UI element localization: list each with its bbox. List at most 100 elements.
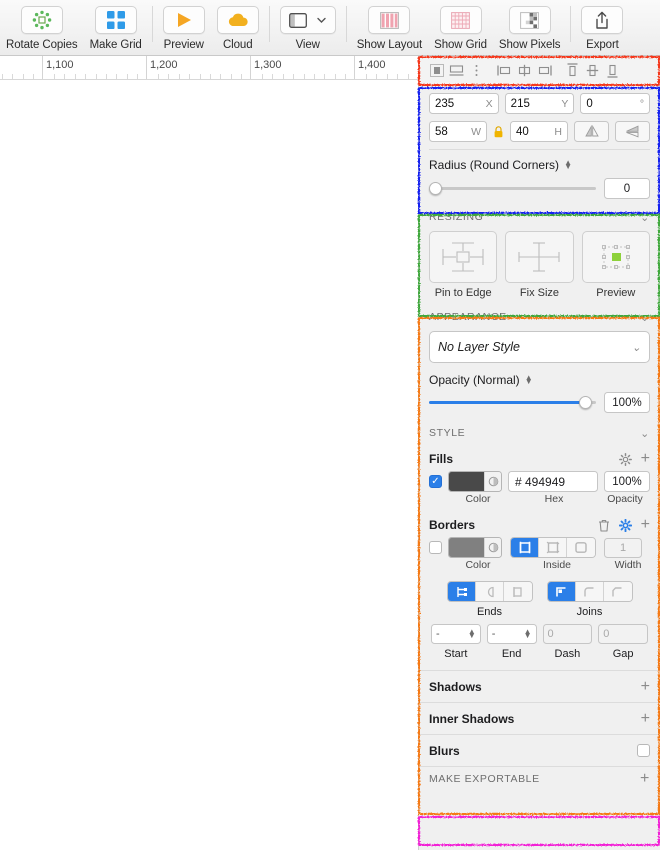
resize-option-pin-to-edge[interactable]: Pin to Edge [429, 231, 498, 299]
trash-icon-borders[interactable] [598, 519, 610, 532]
toolbar-button-cloud[interactable]: Cloud [211, 6, 265, 51]
horizontal-ruler[interactable]: 1,100 1,200 1,300 1,400 [0, 56, 418, 80]
border-position-center-button[interactable] [539, 538, 567, 557]
joins-miter-button[interactable] [547, 582, 576, 601]
fill-opacity-value: 100% [612, 475, 642, 488]
make-grid-button-surface[interactable] [94, 6, 137, 34]
border-enabled-checkbox[interactable] [429, 541, 442, 554]
add-inner-shadow-button[interactable]: + [641, 710, 650, 727]
show-pixels-button-surface[interactable] [508, 6, 551, 34]
chevron-down-icon-resizing[interactable]: ⌄ [640, 211, 650, 224]
export-button-surface[interactable] [581, 6, 624, 34]
dash-start-stepper[interactable]: ▲ ▼ [468, 628, 476, 640]
x-input[interactable]: 235 X [429, 93, 499, 114]
ends-square-button[interactable] [503, 582, 532, 601]
fill-enabled-checkbox[interactable] [429, 475, 442, 488]
radius-stepper[interactable]: ▲ ▼ [564, 159, 572, 171]
toolbar-button-view[interactable]: View [274, 6, 342, 51]
ends-round-button[interactable] [475, 582, 504, 601]
gear-icon-borders[interactable] [618, 518, 632, 532]
cloud-icon [228, 13, 248, 26]
blurs-enabled-checkbox[interactable] [637, 744, 650, 757]
joins-bevel-button[interactable] [603, 582, 632, 601]
color-wheel-icon [488, 476, 498, 487]
resize-preview-button[interactable] [581, 231, 650, 283]
dash-dash-input[interactable]: 0 [542, 624, 593, 644]
style-section-header[interactable]: STYLE ⌄ [419, 421, 660, 445]
toolbar-button-show-layout[interactable]: Show Layout [351, 6, 428, 51]
flip-vertical-button[interactable] [615, 121, 650, 142]
height-input[interactable]: 40 H [510, 121, 568, 142]
blend-mode-stepper[interactable]: ▲ ▼ [525, 374, 533, 386]
cloud-button-surface[interactable] [216, 6, 259, 34]
dash-end-input[interactable]: - ▲ ▼ [486, 624, 537, 644]
toolbar-button-preview[interactable]: Preview [157, 6, 211, 51]
width-input[interactable]: 58 W [429, 121, 487, 142]
align-center-horizontal-icon [449, 64, 464, 76]
design-canvas[interactable] [0, 80, 418, 850]
radius-value-input[interactable]: 0 [604, 178, 650, 199]
ends-butt-button[interactable] [447, 582, 476, 601]
toolbar-button-make-grid[interactable]: Make Grid [84, 6, 148, 51]
resize-option-fix-size[interactable]: Fix Size [505, 231, 574, 299]
view-button-surface[interactable] [279, 6, 336, 34]
fill-opacity-input[interactable]: 100% [604, 471, 650, 492]
opacity-value-input[interactable]: 100% [604, 392, 650, 413]
joins-round-button[interactable] [575, 582, 604, 601]
chevron-down-icon-appearance[interactable]: ⌄ [640, 311, 650, 324]
pin-to-edge-button[interactable] [429, 231, 498, 283]
layer-style-select[interactable]: No Layer Style ⌄ [429, 331, 650, 363]
resize-option-preview[interactable]: Preview [581, 231, 650, 299]
gear-icon-fills[interactable] [618, 452, 632, 466]
opacity-slider-knob[interactable] [579, 396, 593, 409]
distribute-icon-button[interactable] [467, 61, 486, 80]
border-colorpicker-button[interactable] [484, 538, 501, 557]
rotation-input[interactable]: 0 ° [580, 93, 651, 114]
align-left-edges-icon-button[interactable] [495, 61, 514, 80]
toolbar-button-show-pixels[interactable]: Show Pixels [493, 6, 567, 51]
border-width-input[interactable]: 1 [604, 537, 642, 558]
make-exportable-row[interactable]: MAKE EXPORTABLE + [419, 766, 660, 790]
dash-end-stepper[interactable]: ▲ ▼ [524, 628, 532, 640]
dash-field-gap: 0 Gap [598, 624, 648, 660]
add-export-button[interactable]: + [640, 770, 650, 787]
align-bottom-icon-button[interactable] [603, 61, 622, 80]
align-left-icon-button[interactable] [427, 61, 446, 80]
fill-hex-input[interactable]: # 494949 [508, 471, 598, 492]
align-top-icon-button[interactable] [563, 61, 582, 80]
toolbar-button-rotate-copies[interactable]: Rotate Copies [0, 6, 84, 51]
radius-slider[interactable] [429, 182, 596, 196]
align-right-edges-icon-button[interactable] [535, 61, 554, 80]
resizing-section-header[interactable]: RESIZING ⌄ [419, 205, 660, 229]
flip-horizontal-button[interactable] [574, 121, 609, 142]
align-vertical-centers-icon-button[interactable] [583, 61, 602, 80]
effects-row-inner-shadows[interactable]: Inner Shadows + [419, 702, 660, 734]
effects-row-shadows[interactable]: Shadows + [419, 670, 660, 702]
rotate-copies-button-surface[interactable] [20, 6, 63, 34]
dash-gap-input[interactable]: 0 [598, 624, 648, 644]
toolbar-button-show-grid[interactable]: Show Grid [428, 6, 493, 51]
dash-start-input[interactable]: - ▲ ▼ [431, 624, 481, 644]
align-horizontal-centers-icon-button[interactable] [515, 61, 534, 80]
border-position-inside-button[interactable] [511, 538, 539, 557]
align-center-horizontal-icon-button[interactable] [447, 61, 466, 80]
aspect-ratio-lock-button[interactable] [493, 125, 504, 138]
border-color-swatch[interactable] [448, 537, 502, 558]
fill-colorpicker-button[interactable] [484, 472, 501, 491]
add-shadow-button[interactable]: + [641, 678, 650, 695]
border-position-outside-button[interactable] [567, 538, 595, 557]
preview-button-surface[interactable] [162, 6, 205, 34]
add-fill-button[interactable]: + [641, 451, 650, 467]
opacity-slider[interactable] [429, 396, 596, 410]
show-grid-button-surface[interactable] [439, 6, 482, 34]
fill-color-swatch[interactable] [448, 471, 502, 492]
toolbar-button-export[interactable]: Export [575, 6, 629, 51]
radius-slider-knob[interactable] [429, 182, 442, 195]
show-layout-button-surface[interactable] [368, 6, 411, 34]
chevron-down-icon-style[interactable]: ⌄ [640, 427, 650, 440]
appearance-section-header[interactable]: APPEARANCE ⌄ [419, 305, 660, 329]
add-border-button[interactable]: + [641, 517, 650, 533]
fix-size-button[interactable] [505, 231, 574, 283]
y-input[interactable]: 215 Y [504, 93, 575, 114]
effects-row-blurs[interactable]: Blurs [419, 734, 660, 766]
